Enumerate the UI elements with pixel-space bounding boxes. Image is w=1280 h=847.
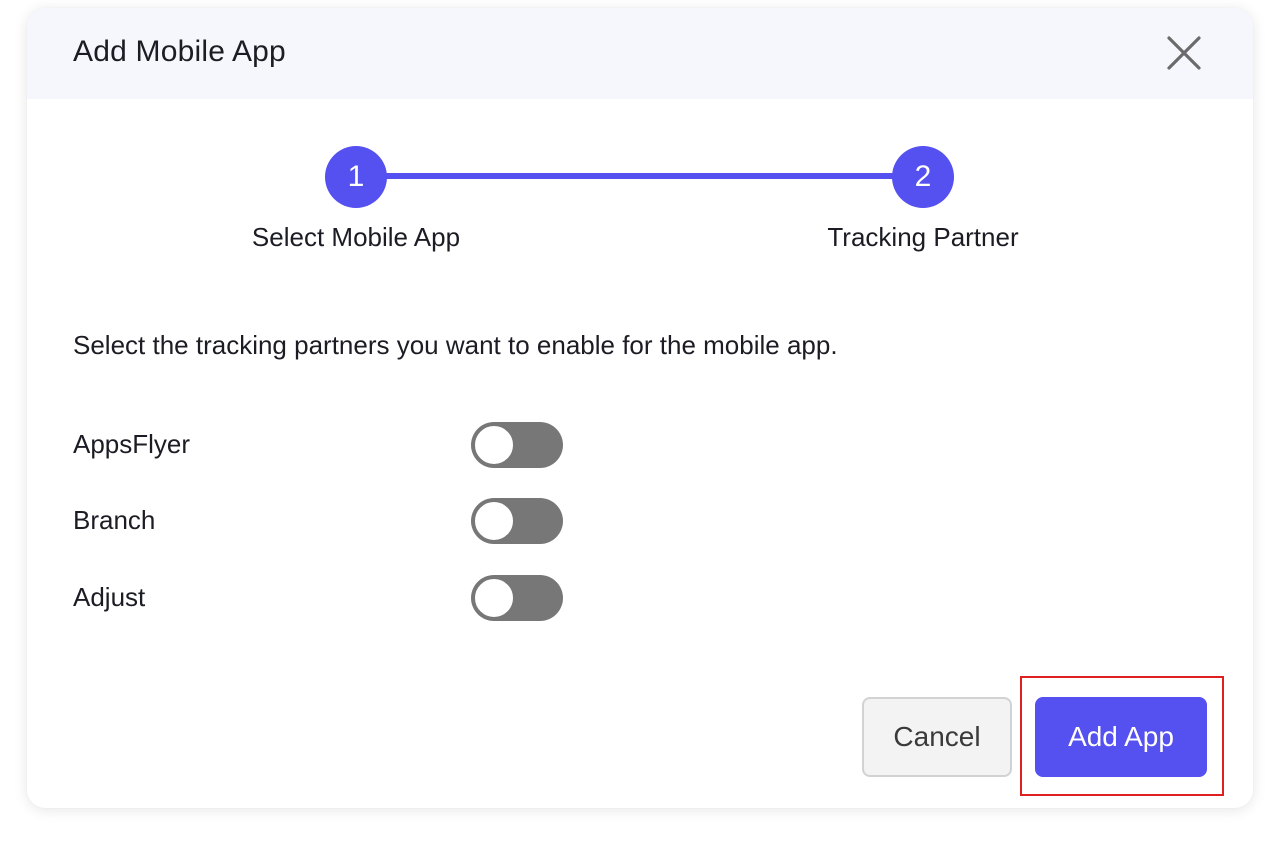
partner-row-adjust: Adjust xyxy=(73,575,573,621)
step-2-indicator: 2 xyxy=(892,146,954,208)
toggle-knob xyxy=(473,577,515,619)
cancel-button[interactable]: Cancel xyxy=(862,697,1012,777)
step-1-label: Select Mobile App xyxy=(251,222,461,252)
partner-label: Branch xyxy=(73,505,156,535)
add-mobile-app-modal: Add Mobile App 1 2 Select Mobile App Tra… xyxy=(27,8,1253,808)
toggle-knob xyxy=(473,424,515,466)
adjust-toggle[interactable] xyxy=(471,575,563,621)
stepper: 1 2 Select Mobile App Tracking Partner xyxy=(27,8,1253,268)
partner-row-appsflyer: AppsFlyer xyxy=(73,422,573,468)
step-1-indicator: 1 xyxy=(325,146,387,208)
add-app-button[interactable]: Add App xyxy=(1035,697,1207,777)
step-2-label: Tracking Partner xyxy=(827,222,1019,252)
branch-toggle[interactable] xyxy=(471,498,563,544)
partner-label: Adjust xyxy=(73,582,146,612)
instruction-text: Select the tracking partners you want to… xyxy=(73,330,838,360)
appsflyer-toggle[interactable] xyxy=(471,422,563,468)
stepper-progress-line xyxy=(356,173,923,179)
toggle-knob xyxy=(473,500,515,542)
partner-label: AppsFlyer xyxy=(73,429,191,459)
partner-row-branch: Branch xyxy=(73,498,573,544)
